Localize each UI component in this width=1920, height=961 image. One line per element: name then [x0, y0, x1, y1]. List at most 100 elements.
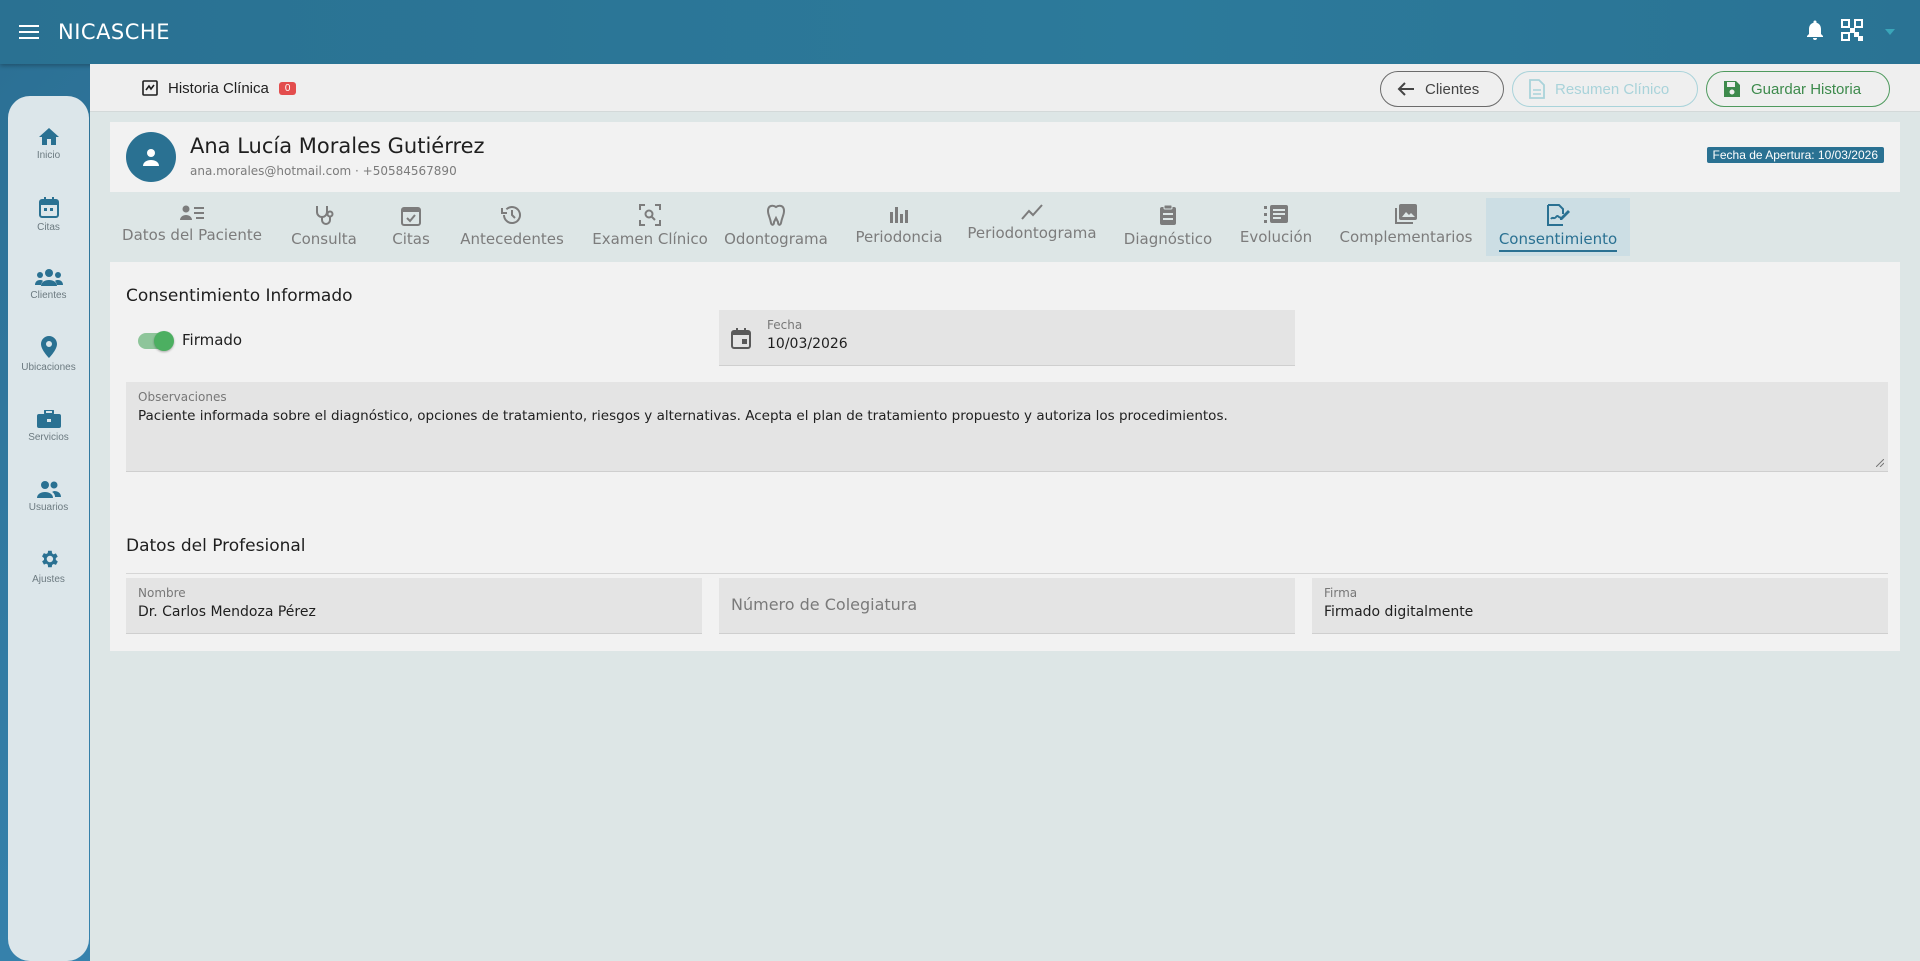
save-icon — [1724, 81, 1740, 97]
signature-field[interactable]: Firma Firmado digitalmente — [1312, 578, 1888, 634]
tab-label: Complementarios — [1339, 228, 1473, 246]
rail-item-inicio[interactable]: Inicio — [8, 126, 89, 161]
chevron-down-icon[interactable] — [1880, 22, 1900, 42]
clipboard-icon — [1160, 204, 1176, 225]
license-placeholder: Número de Colegiatura — [731, 595, 918, 614]
rail-label: Clientes — [30, 290, 67, 301]
tab-label: Consulta — [291, 230, 357, 248]
calendar-icon — [38, 197, 59, 218]
medical-history-icon — [142, 80, 158, 96]
signature-icon — [1547, 204, 1570, 226]
rail-label: Ubicaciones — [21, 362, 76, 373]
bar-chart-icon — [890, 207, 908, 223]
app-title: NICASCHE — [58, 20, 170, 44]
tab-consulta[interactable]: Consulta — [288, 198, 360, 256]
tab-complementarios[interactable]: Complementarios — [1339, 198, 1473, 256]
summary-label: Resumen Clínico — [1555, 80, 1670, 98]
section-divider — [126, 573, 1888, 574]
calendar-check-icon — [401, 207, 421, 226]
rail-label: Usuarios — [28, 502, 69, 513]
signed-label: Firmado — [182, 331, 243, 349]
tab-label: Antecedentes — [460, 230, 564, 248]
document-icon — [1529, 79, 1545, 99]
menu-button[interactable] — [0, 0, 58, 64]
tab-citas[interactable]: Citas — [390, 198, 432, 256]
home-icon — [38, 128, 59, 145]
side-rail: Inicio Citas Clientes Ubicaciones Servic… — [8, 96, 89, 961]
main-content: Historia Clínica 0 Clientes Resumen Clín… — [90, 64, 1920, 961]
briefcase-icon — [36, 410, 61, 428]
tab-label: Citas — [392, 230, 430, 248]
clinical-card: Ana Lucía Morales Gutiérrez ana.morales@… — [110, 122, 1900, 651]
calendar-icon — [731, 328, 751, 349]
tab-diagnostico[interactable]: Diagnóstico — [1124, 198, 1212, 256]
bell-icon[interactable] — [1806, 20, 1824, 44]
back-label: Clientes — [1425, 80, 1480, 98]
rail-label: Citas — [37, 222, 60, 233]
rail-label: Ajustes — [32, 574, 65, 585]
tab-periodoncia[interactable]: Periodoncia — [855, 198, 943, 256]
arrow-left-icon — [1397, 82, 1414, 96]
rail-item-ubicaciones[interactable]: Ubicaciones — [8, 336, 89, 373]
history-tabs: Datos del Paciente Consulta Citas Antece… — [110, 192, 1900, 262]
rail-item-servicios[interactable]: Servicios — [8, 410, 89, 443]
tab-label: Datos del Paciente — [122, 226, 262, 244]
professional-section-title: Datos del Profesional — [126, 536, 306, 556]
patient-list-icon — [180, 205, 204, 220]
name-value: Dr. Carlos Mendoza Pérez — [138, 604, 316, 620]
menu-icon — [19, 25, 39, 39]
list-numbered-icon — [1264, 205, 1288, 223]
gear-icon — [41, 550, 58, 568]
users-icon — [36, 481, 61, 498]
tab-periodontograma[interactable]: Periodontograma — [967, 198, 1097, 256]
tab-label: Odontograma — [724, 230, 828, 248]
clinical-summary-button[interactable]: Resumen Clínico — [1512, 71, 1698, 107]
tab-antecedentes[interactable]: Antecedentes — [460, 198, 564, 256]
observations-textarea[interactable]: Observaciones Paciente informada sobre e… — [126, 382, 1888, 472]
trend-icon — [1021, 204, 1043, 220]
tooth-icon — [766, 204, 786, 226]
save-label: Guardar Historia — [1751, 80, 1862, 98]
rail-item-clientes[interactable]: Clientes — [8, 268, 89, 301]
tab-label: Periodontograma — [967, 224, 1097, 242]
qr-code-icon[interactable] — [1840, 18, 1864, 46]
name-label: Nombre — [138, 586, 186, 600]
avatar — [126, 132, 176, 182]
tab-consentimiento[interactable]: Consentimiento — [1486, 198, 1630, 256]
date-value: 10/03/2026 — [767, 336, 848, 352]
group-icon — [34, 269, 63, 286]
tab-evolucion[interactable]: Evolución — [1240, 198, 1312, 256]
opening-date-badge: Fecha de Apertura: 10/03/2026 — [1706, 147, 1884, 163]
rail-label: Inicio — [36, 150, 61, 161]
person-icon — [143, 149, 159, 166]
signed-toggle[interactable] — [138, 331, 174, 351]
patient-header: Ana Lucía Morales Gutiérrez ana.morales@… — [110, 122, 1900, 192]
license-number-field[interactable]: Número de Colegiatura — [719, 578, 1295, 634]
stethoscope-icon — [316, 206, 334, 225]
tab-label: Periodoncia — [855, 228, 943, 246]
back-to-clients-button[interactable]: Clientes — [1380, 71, 1504, 107]
consent-section-title: Consentimiento Informado — [126, 286, 353, 306]
resize-handle-icon[interactable] — [1876, 459, 1884, 467]
page-title: Historia Clínica — [168, 79, 269, 97]
history-icon — [501, 206, 521, 224]
history-toolbar: Historia Clínica 0 Clientes Resumen Clín… — [90, 64, 1920, 112]
rail-item-citas[interactable]: Citas — [8, 196, 89, 233]
date-field[interactable]: Fecha 10/03/2026 — [719, 310, 1295, 366]
tab-odontograma[interactable]: Odontograma — [724, 198, 828, 256]
rail-item-usuarios[interactable]: Usuarios — [8, 480, 89, 513]
rail-item-ajustes[interactable]: Ajustes — [8, 548, 89, 585]
app-bar: NICASCHE — [0, 0, 1920, 64]
save-history-button[interactable]: Guardar Historia — [1706, 71, 1890, 107]
location-icon — [40, 336, 57, 358]
patient-name: Ana Lucía Morales Gutiérrez — [190, 134, 485, 158]
tab-datos-paciente[interactable]: Datos del Paciente — [122, 198, 262, 256]
date-label: Fecha — [767, 318, 803, 332]
observations-value: Paciente informada sobre el diagnóstico,… — [138, 408, 1228, 424]
tab-label: Evolución — [1239, 228, 1313, 246]
scan-icon — [639, 204, 661, 226]
tab-examen-clinico[interactable]: Examen Clínico — [592, 198, 708, 256]
count-badge: 0 — [278, 81, 297, 95]
professional-name-field[interactable]: Nombre Dr. Carlos Mendoza Pérez — [126, 578, 702, 634]
tab-label: Consentimiento — [1498, 230, 1618, 252]
